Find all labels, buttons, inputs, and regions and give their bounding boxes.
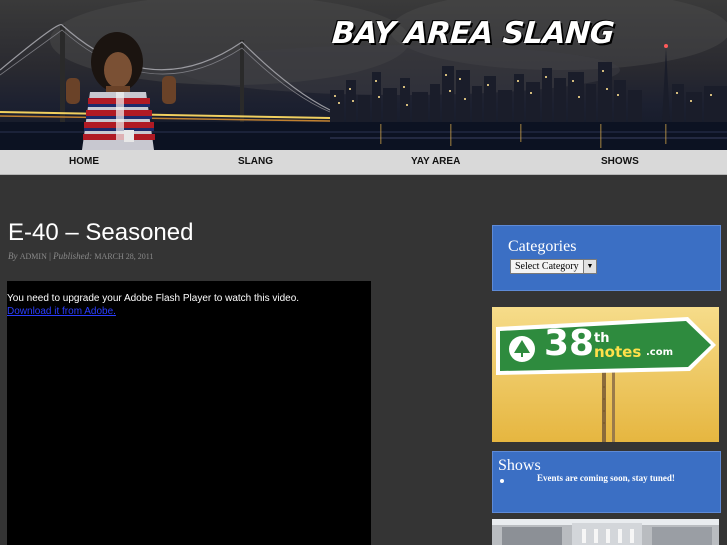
post-meta: By ADMIN | Published: MARCH 28, 2011 [8, 251, 153, 261]
shows-widget: Shows Events are coming soon, stay tuned… [492, 451, 721, 513]
nav-home[interactable]: HOME [69, 150, 99, 174]
category-select[interactable]: Select Category ▼ [510, 259, 597, 274]
meta-separator: | [49, 251, 51, 261]
ad-notes-text: notes [594, 343, 642, 361]
ad-com-text: .com [646, 347, 674, 358]
post-title[interactable]: E-40 – Seasoned [8, 219, 193, 247]
meta-by: By [8, 251, 18, 261]
shows-title: Shows [498, 457, 541, 474]
nav-shows[interactable]: SHOWS [601, 150, 639, 174]
meta-published-label: Published: [53, 251, 93, 261]
list-bullet-icon [500, 479, 504, 483]
categories-title: Categories [508, 238, 577, 255]
download-adobe-link[interactable]: Download it from Adobe. [7, 306, 116, 317]
category-select-value: Select Category [515, 261, 579, 272]
categories-widget: Categories Select Category ▼ [492, 225, 721, 291]
building-photo [492, 519, 719, 545]
nav-slang[interactable]: SLANG [238, 150, 273, 174]
38th-notes-ad[interactable]: 38 th notes .com [492, 307, 719, 442]
header-banner: BAY AREA SLANG [0, 0, 727, 150]
site-title[interactable]: BAY AREA SLANG [331, 16, 615, 51]
flash-upgrade-message: You need to upgrade your Adobe Flash Pla… [7, 293, 300, 304]
ad-banner-image [492, 307, 719, 442]
dropdown-arrow-icon[interactable]: ▼ [583, 260, 596, 273]
meta-date: MARCH 28, 2011 [94, 252, 154, 261]
main-nav: HOME SLANG YAY AREA SHOWS [0, 150, 727, 175]
ad-38-text: 38 [544, 323, 595, 364]
sidebar-building-image[interactable] [492, 519, 719, 545]
nav-yay-area[interactable]: YAY AREA [411, 150, 460, 174]
video-player[interactable]: You need to upgrade your Adobe Flash Pla… [7, 281, 371, 545]
shows-list-item: Events are coming soon, stay tuned! [537, 473, 675, 483]
meta-author[interactable]: ADMIN [20, 252, 47, 261]
